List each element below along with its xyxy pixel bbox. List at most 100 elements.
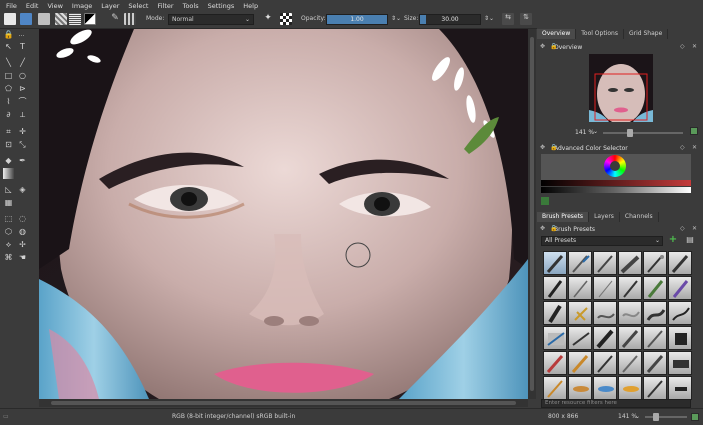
menu-edit[interactable]: Edit [26, 2, 39, 10]
brush-preset[interactable] [593, 276, 617, 300]
float-icon[interactable]: ✥ [540, 225, 545, 232]
preset-filter-select[interactable]: All Presets ⌄ [541, 236, 663, 246]
new-document-icon[interactable] [4, 13, 16, 25]
brush-preset[interactable] [643, 276, 667, 300]
tag-search-input[interactable]: Enter resource filters here [541, 399, 691, 408]
tab-layers[interactable]: Layers [589, 212, 620, 222]
line-tool-icon[interactable]: ╱ [17, 57, 28, 68]
brush-preset[interactable] [618, 301, 642, 325]
overview-zoom-handle[interactable] [627, 129, 633, 137]
color-profile-status[interactable]: RGB (8-bit integer/channel) sRGB built-i… [172, 413, 295, 420]
color-history-swatch[interactable] [541, 197, 549, 205]
brush-preset[interactable] [543, 276, 567, 300]
brush-preset[interactable] [543, 301, 567, 325]
brush-grid-icon[interactable] [124, 13, 136, 25]
close-icon[interactable]: ✕ [692, 43, 697, 50]
brush-preset[interactable] [668, 276, 692, 300]
dock-float-icon[interactable]: ◇ [680, 144, 685, 151]
text-tool-icon[interactable]: T [17, 41, 28, 52]
mirror-vertical-icon[interactable]: ⇅ [520, 13, 532, 25]
brush-preset[interactable] [668, 351, 692, 375]
menu-select[interactable]: Select [128, 2, 148, 10]
assistant-tool-icon[interactable]: ◺ [3, 184, 14, 195]
vertical-scrollbar-handle[interactable] [530, 37, 534, 391]
canvas[interactable] [39, 29, 528, 399]
tab-channels[interactable]: Channels [620, 212, 659, 222]
dynamic-brush-tool-icon[interactable]: ∂ [3, 109, 14, 120]
open-document-icon[interactable] [20, 13, 32, 25]
brush-preset[interactable] [593, 351, 617, 375]
brush-preset-icon[interactable]: ✎ [109, 13, 121, 25]
lock-icon[interactable]: 🔒 [550, 144, 557, 151]
color-picker-tool-icon[interactable]: ✒ [17, 155, 28, 166]
multibrush-tool-icon[interactable]: ⟂ [17, 109, 28, 120]
brush-preset[interactable] [568, 326, 592, 350]
float-icon[interactable]: ✥ [540, 144, 545, 151]
mirror-horizontal-icon[interactable]: ⇆ [502, 13, 514, 25]
brush-tool-icon[interactable]: ╲ [3, 57, 14, 68]
menu-layer[interactable]: Layer [101, 2, 119, 10]
overview-thumbnail[interactable] [589, 54, 653, 122]
move-tool-icon[interactable]: ✛ [17, 126, 28, 137]
bezier-selection-tool-icon[interactable]: ⌘ [3, 252, 14, 263]
brush-preset[interactable] [593, 251, 617, 275]
size-slider[interactable]: 30.00 [419, 14, 481, 25]
fill-tool-icon[interactable]: ◆ [3, 155, 14, 166]
mirror-canvas-icon[interactable] [691, 413, 699, 421]
freehand-path-tool-icon[interactable]: ⌒ [17, 96, 28, 107]
opacity-slider[interactable]: 1.00 [326, 14, 388, 25]
opacity-spin-icon[interactable]: ⇕⌄ [391, 15, 401, 22]
brush-preset[interactable] [618, 326, 642, 350]
brush-preset[interactable] [668, 301, 692, 325]
tab-brush-presets[interactable]: Brush Presets [537, 212, 590, 222]
save-icon[interactable] [38, 13, 50, 25]
color-selector-area[interactable] [541, 154, 691, 180]
freehand-selection-tool-icon[interactable]: ◍ [17, 226, 28, 237]
brush-preset[interactable] [668, 326, 692, 350]
elliptical-selection-tool-icon[interactable]: ◌ [17, 213, 28, 224]
brush-preset[interactable] [568, 301, 592, 325]
tab-overview[interactable]: Overview [537, 29, 577, 39]
brush-preset[interactable] [643, 326, 667, 350]
brush-preset[interactable] [643, 301, 667, 325]
overview-zoom-slider[interactable] [603, 129, 683, 137]
menu-file[interactable]: File [6, 2, 17, 10]
select-shapes-tool-icon[interactable]: ↖ [3, 41, 14, 52]
brush-preset[interactable] [643, 251, 667, 275]
brush-preset[interactable] [643, 376, 667, 400]
pattern-icon[interactable] [69, 13, 81, 25]
lightness-bar[interactable] [541, 187, 691, 193]
rectangle-tool-icon[interactable]: □ [3, 70, 14, 81]
brush-preset[interactable] [568, 376, 592, 400]
lock-icon[interactable]: 🔒 [550, 225, 557, 232]
menu-image[interactable]: Image [72, 2, 92, 10]
shade-selector-bar[interactable] [541, 180, 691, 186]
vertical-scrollbar[interactable] [528, 29, 536, 399]
blend-mode-select[interactable]: Normal ⌄ [168, 14, 254, 25]
lock-icon[interactable]: 🔒 [550, 43, 557, 50]
preserve-alpha-icon[interactable] [280, 13, 292, 25]
dock-float-icon[interactable]: ◇ [680, 43, 685, 50]
ellipse-tool-icon[interactable]: ○ [17, 70, 28, 81]
crop-tool-icon[interactable]: ⌗ [3, 126, 14, 137]
menu-filter[interactable]: Filter [157, 2, 173, 10]
brush-preset[interactable] [593, 326, 617, 350]
float-icon[interactable]: ✥ [540, 43, 545, 50]
close-icon[interactable]: ✕ [692, 225, 697, 232]
lock-icon[interactable]: 🔒 [3, 29, 14, 40]
color-triangle[interactable] [610, 161, 620, 171]
brush-preset[interactable] [618, 276, 642, 300]
chevron-down-icon[interactable]: ⌄ [635, 413, 640, 420]
polyline-tool-icon[interactable]: ⊳ [17, 83, 28, 94]
view-options-icon[interactable]: ▤ [685, 235, 695, 245]
toolbox-menu-icon[interactable]: … [16, 29, 27, 40]
size-spin-icon[interactable]: ⇕⌄ [484, 15, 494, 22]
brush-preset[interactable] [593, 301, 617, 325]
brush-preset[interactable] [593, 376, 617, 400]
contiguous-selection-tool-icon[interactable]: ⟡ [3, 239, 14, 250]
brush-preset[interactable] [668, 376, 692, 400]
close-icon[interactable]: ✕ [692, 144, 697, 151]
polygonal-selection-tool-icon[interactable]: ⬡ [3, 226, 14, 237]
pan-tool-icon[interactable]: ☚ [17, 252, 28, 263]
gradient-tool-icon[interactable] [3, 168, 14, 179]
